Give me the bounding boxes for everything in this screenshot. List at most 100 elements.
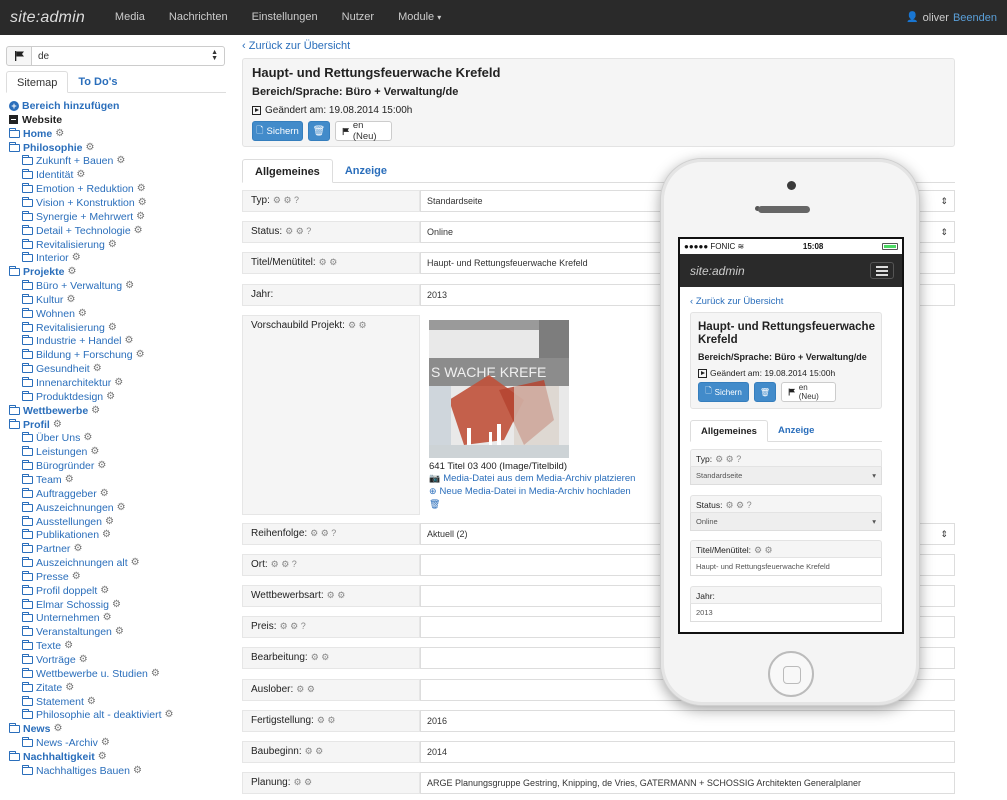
gear-icon[interactable]: ⚙: [53, 722, 62, 736]
gear-icon[interactable]: ⚙: [116, 154, 125, 168]
tab-sitemap[interactable]: Sitemap: [6, 71, 69, 93]
sidebar-tree-item[interactable]: Auftraggeber ⚙: [22, 487, 109, 501]
gear-icon[interactable]: ⚙: [131, 556, 140, 570]
sidebar-tree-item[interactable]: Elmar Schossig ⚙: [22, 598, 121, 612]
mobile-field-select[interactable]: Online ▾: [690, 512, 882, 531]
field-help-icons[interactable]: ⚙ ⚙: [317, 715, 336, 725]
sidebar-tree-item[interactable]: Publikationen ⚙: [22, 528, 111, 542]
gear-icon[interactable]: ⚙: [97, 459, 106, 473]
field-input[interactable]: 2016: [420, 709, 955, 732]
sidebar-tree-item[interactable]: Unternehmen ⚙: [22, 611, 112, 625]
sidebar-tree-item[interactable]: Veranstaltungen ⚙: [22, 625, 124, 639]
mobile-field-select[interactable]: Standardseite ▾: [690, 467, 882, 485]
place-media-link[interactable]: 📷 Media-Datei aus dem Media-Archiv platz…: [429, 473, 635, 484]
gear-icon[interactable]: ⚙: [102, 528, 111, 542]
sidebar-tree-item[interactable]: Wettbewerbe ⚙: [9, 404, 100, 418]
gear-icon[interactable]: ⚙: [83, 431, 92, 445]
gear-icon[interactable]: ⚙: [138, 196, 147, 210]
mobile-delete-button[interactable]: 🗑: [754, 382, 776, 402]
sidebar-tree-item[interactable]: Synergie + Mehrwert ⚙: [22, 210, 145, 224]
sidebar-tree-item[interactable]: Revitalisierung ⚙: [22, 238, 117, 252]
gear-icon[interactable]: ⚙: [112, 598, 121, 612]
mobile-add-language-button[interactable]: en (Neu): [781, 382, 836, 402]
delete-button[interactable]: 🗑: [308, 121, 330, 141]
gear-icon[interactable]: ⚙: [65, 473, 74, 487]
gear-icon[interactable]: ⚙: [78, 307, 87, 321]
field-help-icons[interactable]: ⚙ ⚙ ?: [273, 195, 299, 205]
field-help-icons[interactable]: ⚙ ⚙: [311, 652, 330, 662]
field-input[interactable]: 2014: [420, 740, 955, 763]
sidebar-tree-item[interactable]: Bildung + Forschung ⚙: [22, 348, 145, 362]
nav-item-einstellungen[interactable]: Einstellungen: [240, 0, 330, 35]
field-help-icons[interactable]: ⚙ ⚙: [293, 777, 312, 787]
sidebar-tree-item[interactable]: + Bereich hinzufügen: [9, 99, 119, 113]
sidebar-tree-item[interactable]: Vorträge ⚙: [22, 653, 88, 667]
field-help-icons[interactable]: ⚙ ⚙: [327, 590, 346, 600]
mobile-tab-anzeige[interactable]: Anzeige: [768, 420, 824, 442]
gear-icon[interactable]: ⚙: [151, 667, 160, 681]
save-button[interactable]: 🗋 Sichern: [252, 121, 303, 141]
sidebar-tree-item[interactable]: Detail + Technologie ⚙: [22, 224, 143, 238]
sidebar-tree-item[interactable]: Wohnen ⚙: [22, 307, 87, 321]
sidebar-tree-item[interactable]: News -Archiv ⚙: [22, 736, 110, 750]
gear-icon[interactable]: ⚙: [117, 501, 126, 515]
field-help-icons[interactable]: ⚙ ⚙ ?: [271, 559, 297, 569]
gear-icon[interactable]: ⚙: [108, 238, 117, 252]
delete-image-link[interactable]: 🗑: [429, 499, 440, 510]
sidebar-tree-item[interactable]: Produktdesign ⚙: [22, 390, 115, 404]
gear-icon[interactable]: ⚙: [72, 251, 81, 265]
gear-icon[interactable]: ⚙: [76, 168, 85, 182]
field-help-icons[interactable]: ⚙ ⚙ ?: [280, 621, 306, 631]
field-help-icons[interactable]: ⚙ ⚙ ?: [285, 226, 311, 236]
sidebar-tree-item[interactable]: Interior ⚙: [22, 251, 81, 265]
gear-icon[interactable]: ⚙: [72, 570, 81, 584]
mobile-field-input[interactable]: 2013: [690, 603, 882, 622]
phone-home-button[interactable]: [768, 651, 814, 697]
logout-link[interactable]: Beenden: [953, 12, 997, 24]
gear-icon[interactable]: ⚙: [93, 362, 102, 376]
sidebar-tree-item[interactable]: Website: [9, 113, 62, 127]
field-help-icons[interactable]: ⚙ ⚙ ?: [310, 528, 336, 538]
field-help-icons[interactable]: ⚙ ⚙: [319, 257, 338, 267]
gear-icon[interactable]: ⚙: [125, 279, 134, 293]
sidebar-tree-item[interactable]: Vision + Konstruktion ⚙: [22, 196, 147, 210]
sidebar-tree-item[interactable]: Home ⚙: [9, 127, 64, 141]
sidebar-tree-item[interactable]: Wettbewerbe u. Studien ⚙: [22, 667, 160, 681]
sidebar-tree-item[interactable]: Projekte ⚙: [9, 265, 76, 279]
sidebar-tree-item[interactable]: Philosophie alt - deaktiviert ⚙: [22, 708, 173, 722]
sidebar-tree-item[interactable]: Emotion + Reduktion ⚙: [22, 182, 146, 196]
gear-icon[interactable]: ⚙: [64, 639, 73, 653]
gear-icon[interactable]: ⚙: [67, 265, 76, 279]
field-help-icons[interactable]: ⚙ ⚙: [305, 746, 324, 756]
sidebar-tree-item[interactable]: Büro + Verwaltung ⚙: [22, 279, 134, 293]
gear-icon[interactable]: ⚙: [125, 334, 134, 348]
mobile-back-link[interactable]: ‹ Zurück zur Übersicht: [690, 296, 783, 307]
field-help-icons[interactable]: ⚙ ⚙: [754, 545, 773, 555]
sidebar-tree-item[interactable]: Presse ⚙: [22, 570, 81, 584]
field-help-icons[interactable]: ⚙ ⚙ ?: [725, 500, 751, 510]
gear-icon[interactable]: ⚙: [98, 750, 107, 764]
nav-item-module[interactable]: Module ▾: [386, 0, 453, 35]
brand-logo[interactable]: site:admin: [0, 9, 103, 27]
gear-icon[interactable]: ⚙: [115, 625, 124, 639]
gear-icon[interactable]: ⚙: [55, 127, 64, 141]
sidebar-tree-item[interactable]: Texte ⚙: [22, 639, 73, 653]
gear-icon[interactable]: ⚙: [106, 390, 115, 404]
gear-icon[interactable]: ⚙: [53, 418, 62, 432]
sidebar-tree-item[interactable]: Kultur ⚙: [22, 293, 75, 307]
nav-item-nachrichten[interactable]: Nachrichten: [157, 0, 240, 35]
gear-icon[interactable]: ⚙: [65, 681, 74, 695]
sidebar-tree-item[interactable]: Auszeichnungen ⚙: [22, 501, 126, 515]
sidebar-tree-item[interactable]: Philosophie ⚙: [9, 141, 94, 155]
gear-icon[interactable]: ⚙: [133, 764, 142, 778]
gear-icon[interactable]: ⚙: [87, 695, 96, 709]
gear-icon[interactable]: ⚙: [101, 736, 110, 750]
field-help-icons[interactable]: ⚙ ⚙ ?: [715, 454, 741, 464]
flag-button[interactable]: [6, 46, 32, 66]
gear-icon[interactable]: ⚙: [73, 542, 82, 556]
sidebar-tree-item[interactable]: Bürogründer ⚙: [22, 459, 106, 473]
gear-icon[interactable]: ⚙: [114, 376, 123, 390]
hamburger-menu-icon[interactable]: [870, 262, 894, 279]
tab-anzeige[interactable]: Anzeige: [333, 159, 399, 183]
preview-image[interactable]: S WACHE KREFE: [429, 320, 569, 458]
